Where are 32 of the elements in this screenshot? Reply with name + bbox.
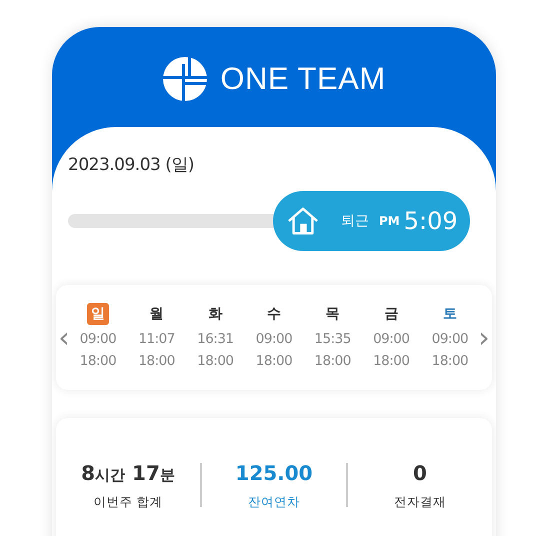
- day-tab[interactable]: 월: [146, 303, 168, 325]
- end-time: 18:00: [80, 352, 116, 371]
- day-tab[interactable]: 수: [262, 303, 285, 325]
- end-time: 18:00: [138, 352, 175, 371]
- day-tab[interactable]: 화: [204, 303, 226, 325]
- stat-label: 전자결재: [394, 494, 446, 511]
- stat-label: 이번주 합계: [94, 494, 162, 511]
- end-time: 18:00: [197, 352, 234, 371]
- start-time: 16:31: [197, 330, 234, 349]
- day-tab[interactable]: 금: [380, 303, 402, 325]
- end-time: 18:00: [314, 352, 351, 371]
- start-time: 09:00: [80, 330, 116, 349]
- end-time: 18:00: [373, 352, 410, 371]
- start-time: 11:07: [138, 330, 175, 349]
- start-time: 09:00: [432, 330, 468, 349]
- end-time: 18:00: [256, 352, 292, 371]
- day-tab[interactable]: 토: [438, 303, 461, 325]
- start-time: 09:00: [373, 330, 410, 349]
- stat-value: 0: [413, 461, 427, 485]
- stat-value: 125.00: [235, 461, 313, 485]
- stat-label: 잔여연차: [248, 494, 300, 511]
- logo-icon: [162, 56, 208, 102]
- start-time: 09:00: [256, 330, 292, 349]
- day-tab[interactable]: 목: [322, 303, 344, 325]
- next-week-arrow[interactable]: ›: [476, 321, 492, 354]
- stat-value: 8시간 17분: [81, 461, 175, 485]
- start-time: 15:35: [314, 330, 351, 349]
- previous-week-arrow[interactable]: ‹: [56, 321, 72, 354]
- logo-text: ONE TEAM: [220, 61, 386, 97]
- house-icon: [287, 206, 319, 236]
- date-label: 2023.09.03 (일): [68, 154, 196, 176]
- end-time: 18:00: [432, 352, 468, 371]
